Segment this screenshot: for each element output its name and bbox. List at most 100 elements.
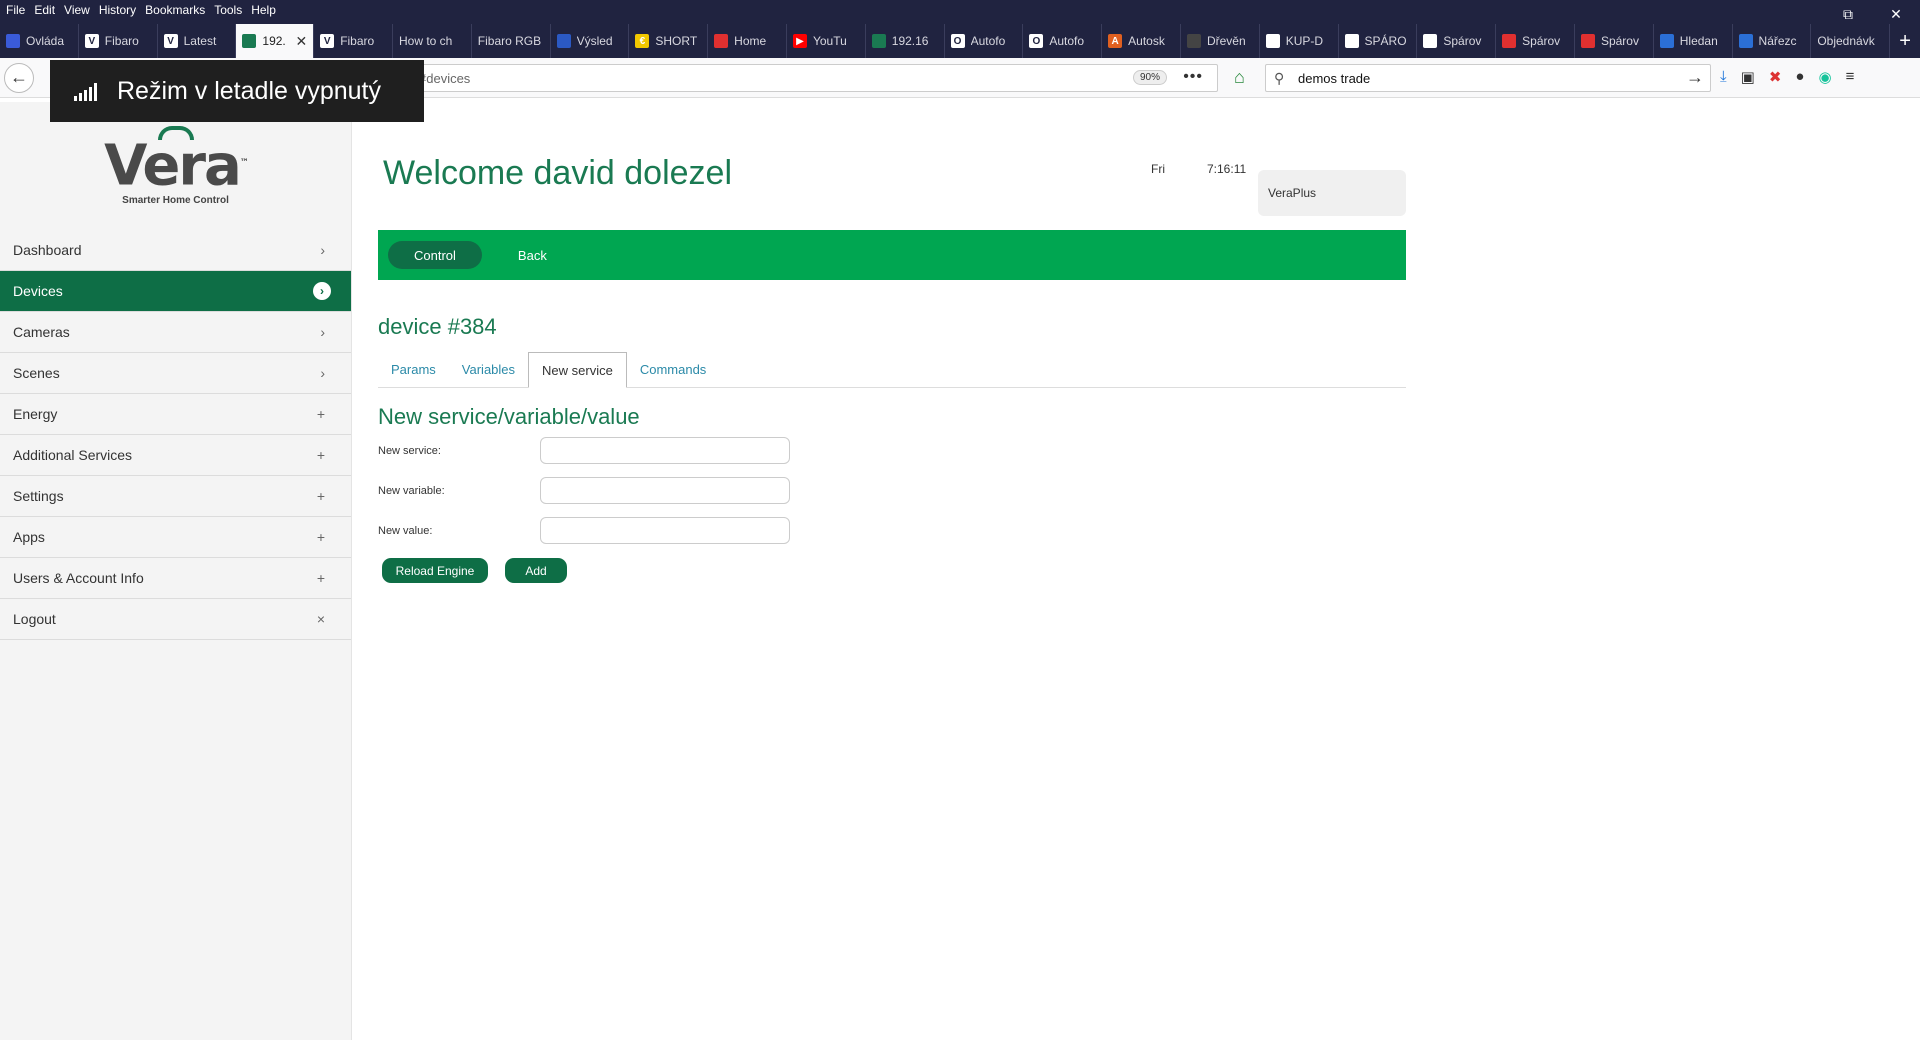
browser-tab[interactable]: Spárov	[1496, 24, 1575, 58]
tab-favicon-icon: V	[320, 34, 335, 48]
browser-tab[interactable]: V Fibaro	[79, 24, 158, 58]
menu-bookmarks[interactable]: Bookmarks	[145, 3, 205, 17]
tab-new-service[interactable]: New service	[528, 352, 627, 388]
browser-tab[interactable]: A Autosk	[1102, 24, 1181, 58]
hamburger-menu-icon[interactable]: ≡	[1846, 68, 1855, 86]
address-bar[interactable]: #devices 90% •••	[400, 64, 1218, 92]
browser-tab[interactable]: Ovláda	[0, 24, 79, 58]
browser-tab[interactable]: € SHORT	[629, 24, 709, 58]
chevron-right-icon: ›	[313, 282, 331, 300]
variable-label: New variable:	[378, 484, 445, 497]
zoom-indicator[interactable]: 90%	[1132, 70, 1167, 85]
home-icon[interactable]: ⌂	[1234, 67, 1245, 88]
page-actions-icon[interactable]: •••	[1183, 68, 1203, 86]
tab-favicon-icon	[1265, 34, 1280, 48]
browser-tab[interactable]: V Latest	[158, 24, 237, 58]
tab-variables[interactable]: Variables	[449, 351, 528, 387]
browser-tab-label: SHORT	[655, 34, 698, 48]
browser-tab[interactable]: 192.16	[866, 24, 945, 58]
sidebar-item-label: Settings	[13, 488, 64, 504]
search-bar[interactable]: ⚲ demos trade →	[1265, 64, 1711, 92]
tab-params[interactable]: Params	[378, 351, 449, 387]
sidebar-item-cameras[interactable]: Cameras ›	[0, 312, 351, 353]
browser-tab[interactable]: Spárov	[1575, 24, 1654, 58]
reader-view-icon[interactable]: ▣	[1741, 68, 1755, 86]
browser-tab[interactable]: Hledan	[1654, 24, 1733, 58]
sidebar-item-apps[interactable]: Apps +	[0, 517, 351, 558]
new-tab-button[interactable]: +	[1890, 24, 1920, 58]
welcome-title: Welcome david dolezel	[383, 154, 732, 192]
menu-help[interactable]: Help	[251, 3, 276, 17]
browser-tab-label: SPÁRO	[1364, 34, 1407, 48]
sidebar-item-settings[interactable]: Settings +	[0, 476, 351, 517]
browser-tab[interactable]: SPÁRO	[1339, 24, 1418, 58]
browser-tab-label: Objednávk	[1817, 34, 1875, 48]
browser-tab[interactable]: Home	[708, 24, 787, 58]
browser-tab[interactable]: Objednávk	[1811, 24, 1891, 58]
sidebar-item-additional-services[interactable]: Additional Services +	[0, 435, 351, 476]
sidebar-item-energy[interactable]: Energy +	[0, 394, 351, 435]
browser-tab[interactable]: Nářezc	[1733, 24, 1812, 58]
browser-tab[interactable]: Fibaro RGB	[472, 24, 551, 58]
download-icon[interactable]: ⤓	[1720, 68, 1727, 86]
sidebar-item-label: Scenes	[13, 365, 60, 381]
back-arrow-icon[interactable]: ←	[4, 62, 34, 93]
add-button[interactable]: Add	[505, 558, 567, 583]
reload-engine-button[interactable]: Reload Engine	[382, 558, 488, 583]
new-value-input[interactable]	[540, 517, 790, 544]
toolbar-icons: ⤓ ▣ ✖ ● ◉ ≡	[1720, 68, 1854, 86]
new-variable-input[interactable]	[540, 477, 790, 504]
close-tab-icon[interactable]: ✕	[295, 33, 307, 50]
browser-tab[interactable]: Výsled	[551, 24, 630, 58]
browser-tab-label: Dřevěn	[1206, 34, 1246, 48]
search-go-icon[interactable]: →	[1686, 67, 1704, 88]
extension-icon[interactable]: ✖	[1769, 68, 1782, 86]
menu-file[interactable]: File	[6, 3, 25, 17]
menu-bar: File Edit View History Bookmarks Tools H…	[0, 0, 1920, 22]
browser-tab[interactable]: Spárov	[1417, 24, 1497, 58]
airplane-mode-toast: Režim v letadle vypnutý	[50, 60, 424, 122]
plus-icon: +	[316, 570, 325, 586]
browser-tab[interactable]: O Autofo	[1023, 24, 1103, 58]
browser-tab[interactable]: O Autofo	[945, 24, 1024, 58]
tab-strip: Ovláda V Fibaro V Latest 192. ✕ V Fibaro How to c…	[0, 20, 1920, 58]
menu-history[interactable]: History	[99, 3, 136, 17]
trademark-symbol: ™	[239, 157, 249, 168]
menu-edit[interactable]: Edit	[34, 3, 55, 17]
menu-tools[interactable]: Tools	[214, 3, 242, 17]
close-window-icon[interactable]: ✕	[1872, 0, 1920, 28]
browser-tab[interactable]: Dřevěn	[1181, 24, 1260, 58]
sidebar-item-dashboard[interactable]: Dashboard ›	[0, 230, 351, 271]
browser-tab[interactable]: V Fibaro	[314, 24, 393, 58]
browser-tab[interactable]: KUP-D	[1260, 24, 1339, 58]
back-button[interactable]: Back	[492, 241, 573, 269]
sidebar-item-logout[interactable]: Logout ×	[0, 599, 351, 640]
sidebar: Vera™ Smarter Home Control Dashboard › Dev…	[0, 102, 352, 1040]
plus-icon: +	[316, 447, 325, 463]
browser-tab[interactable]: ▶ YouTu	[787, 24, 866, 58]
sidebar-item-users-account-info[interactable]: Users & Account Info +	[0, 558, 351, 599]
grammarly-icon[interactable]: ◉	[1818, 68, 1831, 86]
control-button[interactable]: Control	[388, 241, 482, 269]
browser-tab-label: Ovláda	[26, 34, 65, 48]
sidebar-item-devices[interactable]: Devices ›	[0, 271, 351, 312]
service-label: New service:	[378, 444, 441, 457]
menu-view[interactable]: View	[64, 3, 90, 17]
unit-selector[interactable]: VeraPlus	[1258, 170, 1406, 216]
tab-favicon-icon	[1580, 34, 1595, 48]
account-icon[interactable]: ●	[1795, 68, 1804, 86]
action-bar: Control Back	[378, 230, 1406, 280]
tab-favicon-icon	[556, 34, 571, 48]
sidebar-item-scenes[interactable]: Scenes ›	[0, 353, 351, 394]
browser-tab[interactable]: 192. ✕	[236, 24, 315, 58]
signal-bars-icon	[74, 81, 97, 101]
tab-favicon-icon	[1738, 34, 1753, 48]
restore-window-icon[interactable]: ⧉	[1824, 0, 1872, 28]
tab-favicon-icon: V	[84, 34, 99, 48]
search-input-text: demos trade	[1298, 70, 1371, 86]
tab-commands[interactable]: Commands	[627, 351, 719, 387]
value-row: New value:	[378, 517, 828, 544]
browser-tab[interactable]: How to ch	[393, 24, 472, 58]
browser-tab-label: KUP-D	[1285, 34, 1324, 48]
new-service-input[interactable]	[540, 437, 790, 464]
